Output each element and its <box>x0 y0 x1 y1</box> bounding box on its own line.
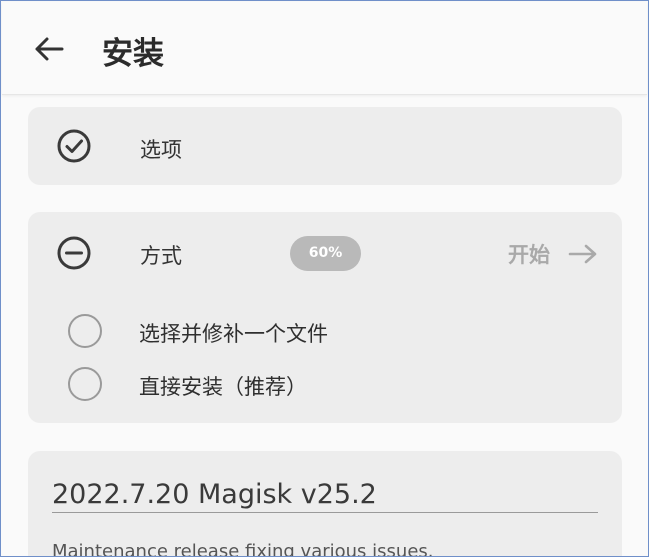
method-label: 方式 <box>140 244 182 268</box>
release-notes-card: 2022.7.20 Magisk v25.2 Maintenance relea… <box>28 451 622 557</box>
method-card: 方式 60% 开始 选择并修补一个文件 直接安装（推荐） <box>28 212 622 423</box>
radio-direct-install[interactable] <box>68 367 102 401</box>
release-title: 2022.7.20 Magisk v25.2 <box>52 479 377 510</box>
page-title: 安装 <box>102 36 164 72</box>
arrow-right-icon <box>568 244 597 263</box>
start-button[interactable]: 开始 <box>508 236 598 271</box>
options-card[interactable]: 选项 <box>28 107 622 185</box>
start-label: 开始 <box>508 242 550 267</box>
radio-patch-file[interactable] <box>68 314 102 348</box>
radio-direct-install-label[interactable]: 直接安装（推荐） <box>139 371 307 401</box>
radio-patch-file-label[interactable]: 选择并修补一个文件 <box>139 318 328 348</box>
divider <box>52 512 598 513</box>
app-window: 安装 选项 方式 60% 开始 选择并修补一个文件 直接安装（推荐） 2022.… <box>0 0 649 557</box>
minus-circle-icon <box>57 236 91 270</box>
release-description: Maintenance release fixing various issue… <box>52 541 434 557</box>
app-bar: 安装 <box>2 2 647 95</box>
options-label: 选项 <box>140 138 182 162</box>
arrow-left-icon[interactable] <box>32 32 66 66</box>
progress-badge: 60% <box>290 236 361 271</box>
check-circle-icon <box>57 129 91 163</box>
